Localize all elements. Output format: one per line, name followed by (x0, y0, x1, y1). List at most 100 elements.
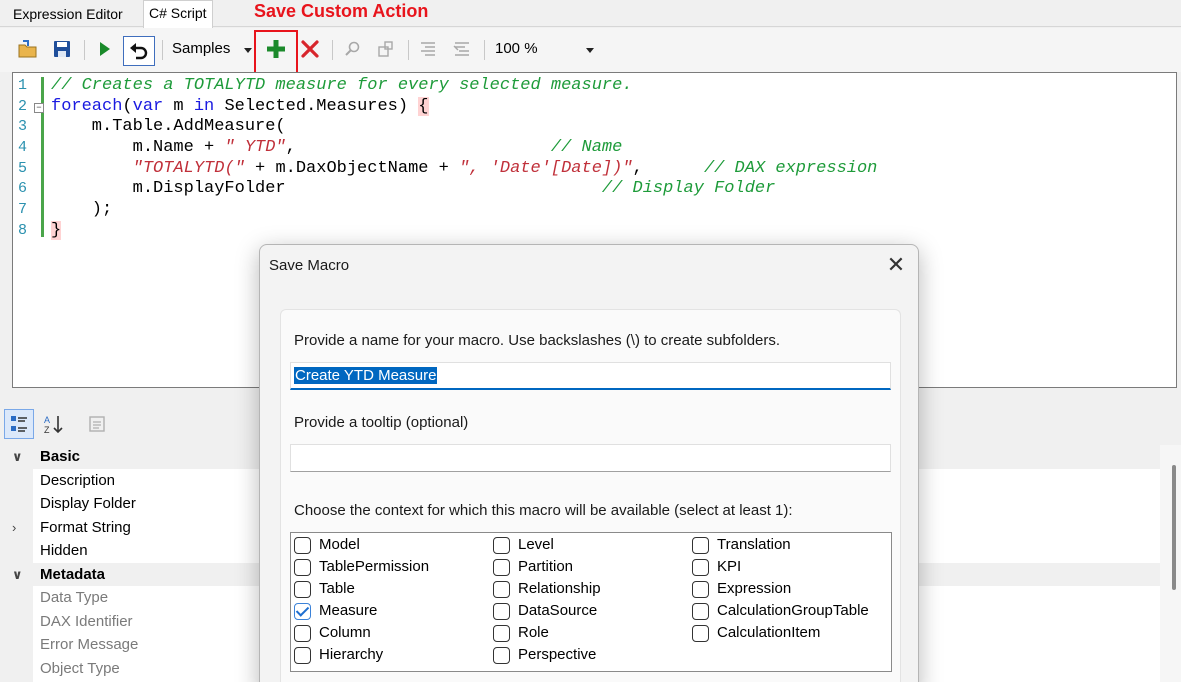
checkbox-icon[interactable] (493, 625, 510, 642)
context-checkbox-label: Translation (717, 536, 791, 553)
chevron-down-icon[interactable]: ∨ (12, 563, 23, 587)
property-label: Display Folder (40, 495, 136, 512)
uncomment-icon[interactable] (450, 36, 474, 62)
code-comment: // Creates a TOTALYTD measure for every … (51, 76, 633, 95)
checkbox-icon[interactable] (493, 559, 510, 576)
context-checkbox-label: Relationship (518, 580, 601, 597)
dialog-title: Save Macro (269, 257, 350, 274)
delete-icon[interactable] (298, 36, 322, 62)
category-label: Metadata (40, 565, 106, 583)
context-checkbox-label: Measure (319, 602, 378, 619)
chevron-right-icon[interactable]: › (12, 516, 16, 540)
comment-icon[interactable] (416, 36, 440, 62)
replace-icon[interactable] (374, 36, 398, 62)
macro-name-input[interactable]: Create YTD Measure (290, 362, 891, 390)
code-brace: } (51, 220, 62, 240)
code-text: Selected.Measures) (214, 96, 419, 116)
close-icon[interactable]: ✕ (885, 254, 907, 277)
scrollbar-thumb[interactable] (1172, 465, 1176, 590)
vertical-scrollbar[interactable] (1160, 445, 1181, 682)
code-comment: // Display Folder (601, 179, 776, 199)
line-number: 4 (18, 139, 28, 157)
context-checkbox-label: Table (319, 580, 355, 597)
checkbox-icon[interactable] (294, 537, 311, 554)
property-label: Data Type (40, 589, 109, 606)
undo-button[interactable] (123, 36, 155, 66)
category-label: Basic (40, 448, 81, 465)
chevron-down-icon[interactable] (586, 48, 594, 53)
line-number: 2 (18, 97, 28, 115)
code-comment: // Name (550, 138, 623, 158)
property-pages-icon[interactable] (82, 409, 112, 439)
sort-alphabetical-icon[interactable]: AZ (38, 409, 68, 439)
checkbox-icon[interactable] (294, 559, 311, 576)
code-text: m.DisplayFolder (51, 179, 602, 199)
context-checkbox-label: CalculationItem (717, 624, 821, 641)
context-checkbox-label: KPI (717, 558, 742, 575)
line-number: 8 (18, 221, 28, 239)
context-checkbox-label: Partition (518, 558, 574, 575)
code-keyword: in (193, 96, 215, 116)
context-label: Choose the context for which this macro … (294, 502, 793, 519)
macro-name-value: Create YTD Measure (294, 367, 438, 384)
checkbox-checked-icon[interactable] (294, 603, 311, 620)
checkbox-icon[interactable] (493, 537, 510, 554)
code-text: m.Name + (51, 138, 225, 158)
categorized-view-icon[interactable] (4, 409, 34, 439)
checkbox-icon[interactable] (493, 647, 510, 664)
save-icon[interactable] (50, 36, 74, 62)
line-number: 1 (18, 77, 28, 94)
code-text: ); (51, 200, 113, 220)
tooltip-input[interactable] (290, 444, 891, 472)
code-string: " YTD" (224, 138, 286, 158)
checkbox-icon[interactable] (493, 603, 510, 620)
toolbar-separator (484, 40, 485, 60)
code-keyword: foreach (51, 96, 123, 116)
svg-text:Z: Z (44, 425, 50, 435)
property-label: Description (40, 471, 116, 489)
property-label: Hidden (40, 542, 88, 559)
context-list: Model TablePermission Table Measure Column Hi… (290, 532, 892, 672)
fold-toggle[interactable]: − (34, 102, 44, 113)
tab-expression-editor[interactable]: Expression Editor (8, 3, 128, 27)
open-file-icon[interactable] (16, 36, 40, 62)
tab-csharp-script[interactable]: C# Script (143, 0, 213, 28)
macro-name-label: Provide a name for your macro. Use backs… (294, 332, 781, 349)
context-checkbox-label: Perspective (518, 646, 597, 663)
checkbox-icon[interactable] (692, 603, 709, 620)
checkbox-icon[interactable] (692, 625, 709, 642)
context-checkbox-label: CalculationGroupTable (717, 602, 869, 619)
tooltip-label: Provide a tooltip (optional) (294, 414, 469, 431)
code-string: "TOTALYTD(" (132, 158, 245, 178)
chevron-down-icon[interactable] (244, 48, 252, 53)
samples-dropdown[interactable]: Samples (172, 40, 230, 57)
checkbox-icon[interactable] (692, 559, 709, 576)
checkbox-icon[interactable] (294, 647, 311, 664)
property-label: DAX Identifier (40, 612, 133, 630)
code-text: ( (122, 96, 133, 116)
checkbox-icon[interactable] (493, 581, 510, 598)
code-text: , (285, 138, 551, 158)
code-brace: { (418, 96, 429, 116)
dialog-body: Provide a name for your macro. Use backs… (280, 309, 901, 682)
property-label: Format String (40, 518, 131, 536)
script-toolbar: Samples 100 % (0, 28, 1181, 72)
context-checkbox-label: Role (518, 624, 549, 641)
checkbox-icon[interactable] (692, 581, 709, 598)
run-icon[interactable] (92, 36, 116, 62)
context-checkbox-label: Hierarchy (319, 646, 384, 663)
checkbox-icon[interactable] (294, 581, 311, 598)
code-text: m.Table.AddMeasure( (51, 117, 286, 137)
svg-text:A: A (44, 415, 50, 425)
checkbox-icon[interactable] (692, 537, 709, 554)
line-number: 6 (18, 180, 28, 198)
property-label: Error Message (40, 636, 139, 653)
checkbox-icon[interactable] (294, 625, 311, 642)
chevron-down-icon[interactable]: ∨ (12, 445, 23, 469)
zoom-dropdown[interactable]: 100 % (495, 40, 538, 57)
save-macro-dialog: Save Macro ✕ Provide a name for your mac… (259, 244, 919, 682)
toolbar-separator (84, 40, 85, 60)
find-icon[interactable] (340, 36, 364, 62)
context-checkbox-label: Model (319, 536, 360, 553)
